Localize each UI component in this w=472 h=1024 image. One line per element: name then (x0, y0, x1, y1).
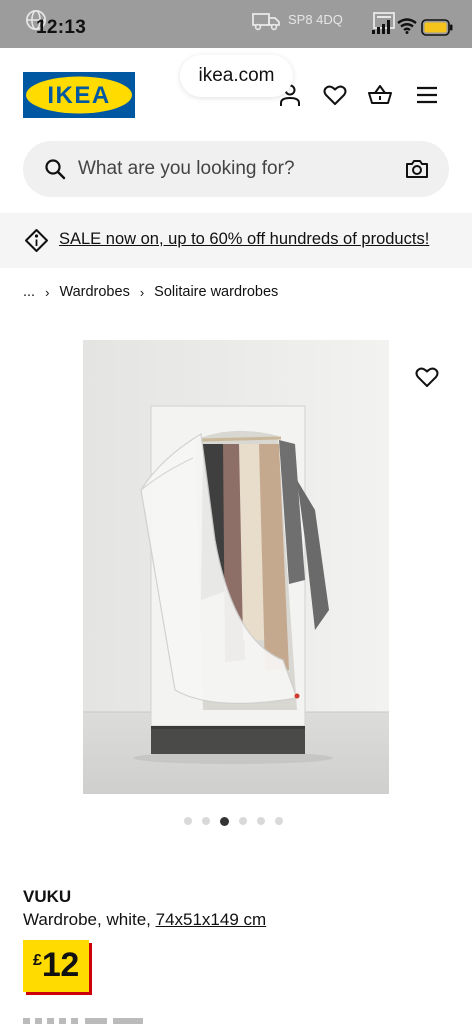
product-image[interactable] (83, 340, 389, 794)
search-input[interactable]: What are you looking for? (78, 158, 295, 180)
carousel-dot-active[interactable] (220, 816, 229, 826)
product-type: Wardrobe, white, (23, 910, 151, 929)
status-time: 12:13 (36, 17, 87, 38)
battery-icon (421, 19, 453, 36)
delivery-postcode[interactable]: SP8 4DQ (288, 12, 343, 27)
basket-icon[interactable] (367, 82, 393, 108)
carousel-dots (184, 816, 283, 826)
price-currency: £ (33, 952, 42, 969)
status-bar: 12:13 SP8 4DQ (0, 0, 472, 48)
ikea-logo[interactable]: IKEA (23, 72, 135, 118)
search-bar[interactable]: What are you looking for? (23, 141, 449, 197)
sale-banner[interactable]: SALE now on, up to 60% off hundreds of p… (0, 213, 472, 268)
favourite-heart-icon[interactable] (414, 364, 440, 390)
carousel-dot[interactable] (239, 817, 247, 825)
url-bar[interactable]: ikea.com (180, 55, 293, 97)
favourites-icon[interactable] (322, 82, 348, 108)
rating-stars-icon (23, 1018, 143, 1024)
product-dimensions-link[interactable]: 74x51x149 cm (156, 910, 267, 929)
price-tag-icon (25, 229, 48, 252)
camera-icon[interactable] (405, 157, 429, 181)
carousel-dot[interactable] (184, 817, 192, 825)
menu-icon[interactable] (414, 82, 440, 108)
sale-link[interactable]: SALE now on, up to 60% off hundreds of p… (59, 230, 429, 249)
carousel-dot[interactable] (202, 817, 210, 825)
breadcrumb-item-wardrobes[interactable]: Wardrobes (59, 284, 129, 300)
carousel-dot[interactable] (257, 817, 265, 825)
product-description: Wardrobe, white, 74x51x149 cm (23, 910, 266, 930)
chevron-right-icon: › (139, 284, 145, 300)
signal-icon (372, 20, 390, 34)
product-name: VUKU (23, 887, 72, 906)
carousel-dot[interactable] (275, 817, 283, 825)
breadcrumb: ... › Wardrobes › Solitaire wardrobes (23, 284, 278, 300)
truck-icon (252, 13, 280, 31)
breadcrumb-item-solitaire-wardrobes[interactable]: Solitaire wardrobes (154, 284, 278, 300)
breadcrumb-ellipsis[interactable]: ... (23, 284, 35, 300)
price-value: 12 (41, 946, 79, 984)
price-tag: £ 12 (23, 940, 89, 992)
chevron-right-icon: › (45, 284, 50, 300)
svg-text:IKEA: IKEA (47, 82, 110, 109)
search-icon (45, 159, 66, 180)
wifi-icon (397, 18, 417, 34)
